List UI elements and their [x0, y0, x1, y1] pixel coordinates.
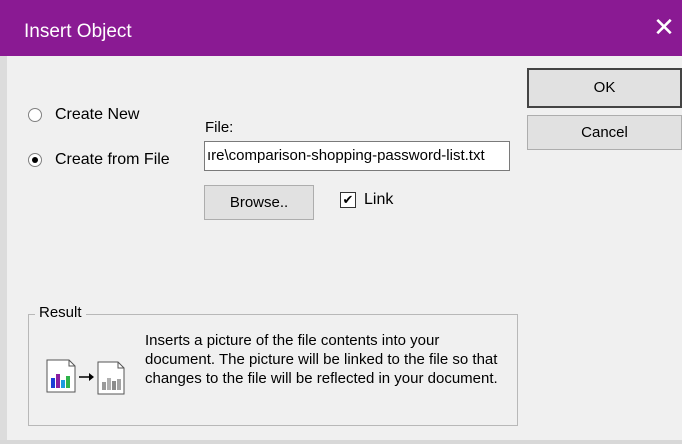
cancel-button[interactable]: Cancel — [527, 115, 682, 150]
result-legend: Result — [35, 304, 86, 321]
radio-button-checked-icon[interactable] — [28, 153, 42, 167]
ok-button[interactable]: OK — [527, 68, 682, 108]
link-checkbox[interactable]: ✔ — [340, 192, 356, 208]
link-checkbox-row[interactable]: ✔ Link — [340, 191, 393, 209]
close-icon[interactable]: ✕ — [650, 13, 678, 41]
file-path-input[interactable]: ıre\comparison-shopping-password-list.tx… — [204, 141, 510, 171]
radio-button-unchecked-icon[interactable] — [28, 108, 42, 122]
link-checkbox-label: Link — [364, 191, 394, 208]
title-bar: Insert Object ✕ — [0, 0, 682, 56]
radio-create-new[interactable]: Create New — [28, 106, 139, 124]
browse-button[interactable]: Browse.. — [204, 185, 314, 220]
dialog-title: Insert Object — [24, 21, 132, 42]
linked-file-picture-icon — [45, 356, 133, 401]
file-label: File: — [205, 119, 234, 136]
radio-create-from-file[interactable]: Create from File — [28, 151, 170, 169]
result-description: Inserts a picture of the file contents i… — [145, 332, 498, 387]
radio-create-from-file-label: Create from File — [55, 151, 170, 168]
left-window-edge — [0, 56, 7, 444]
bottom-window-edge — [0, 440, 682, 444]
radio-create-new-label: Create New — [55, 106, 140, 123]
